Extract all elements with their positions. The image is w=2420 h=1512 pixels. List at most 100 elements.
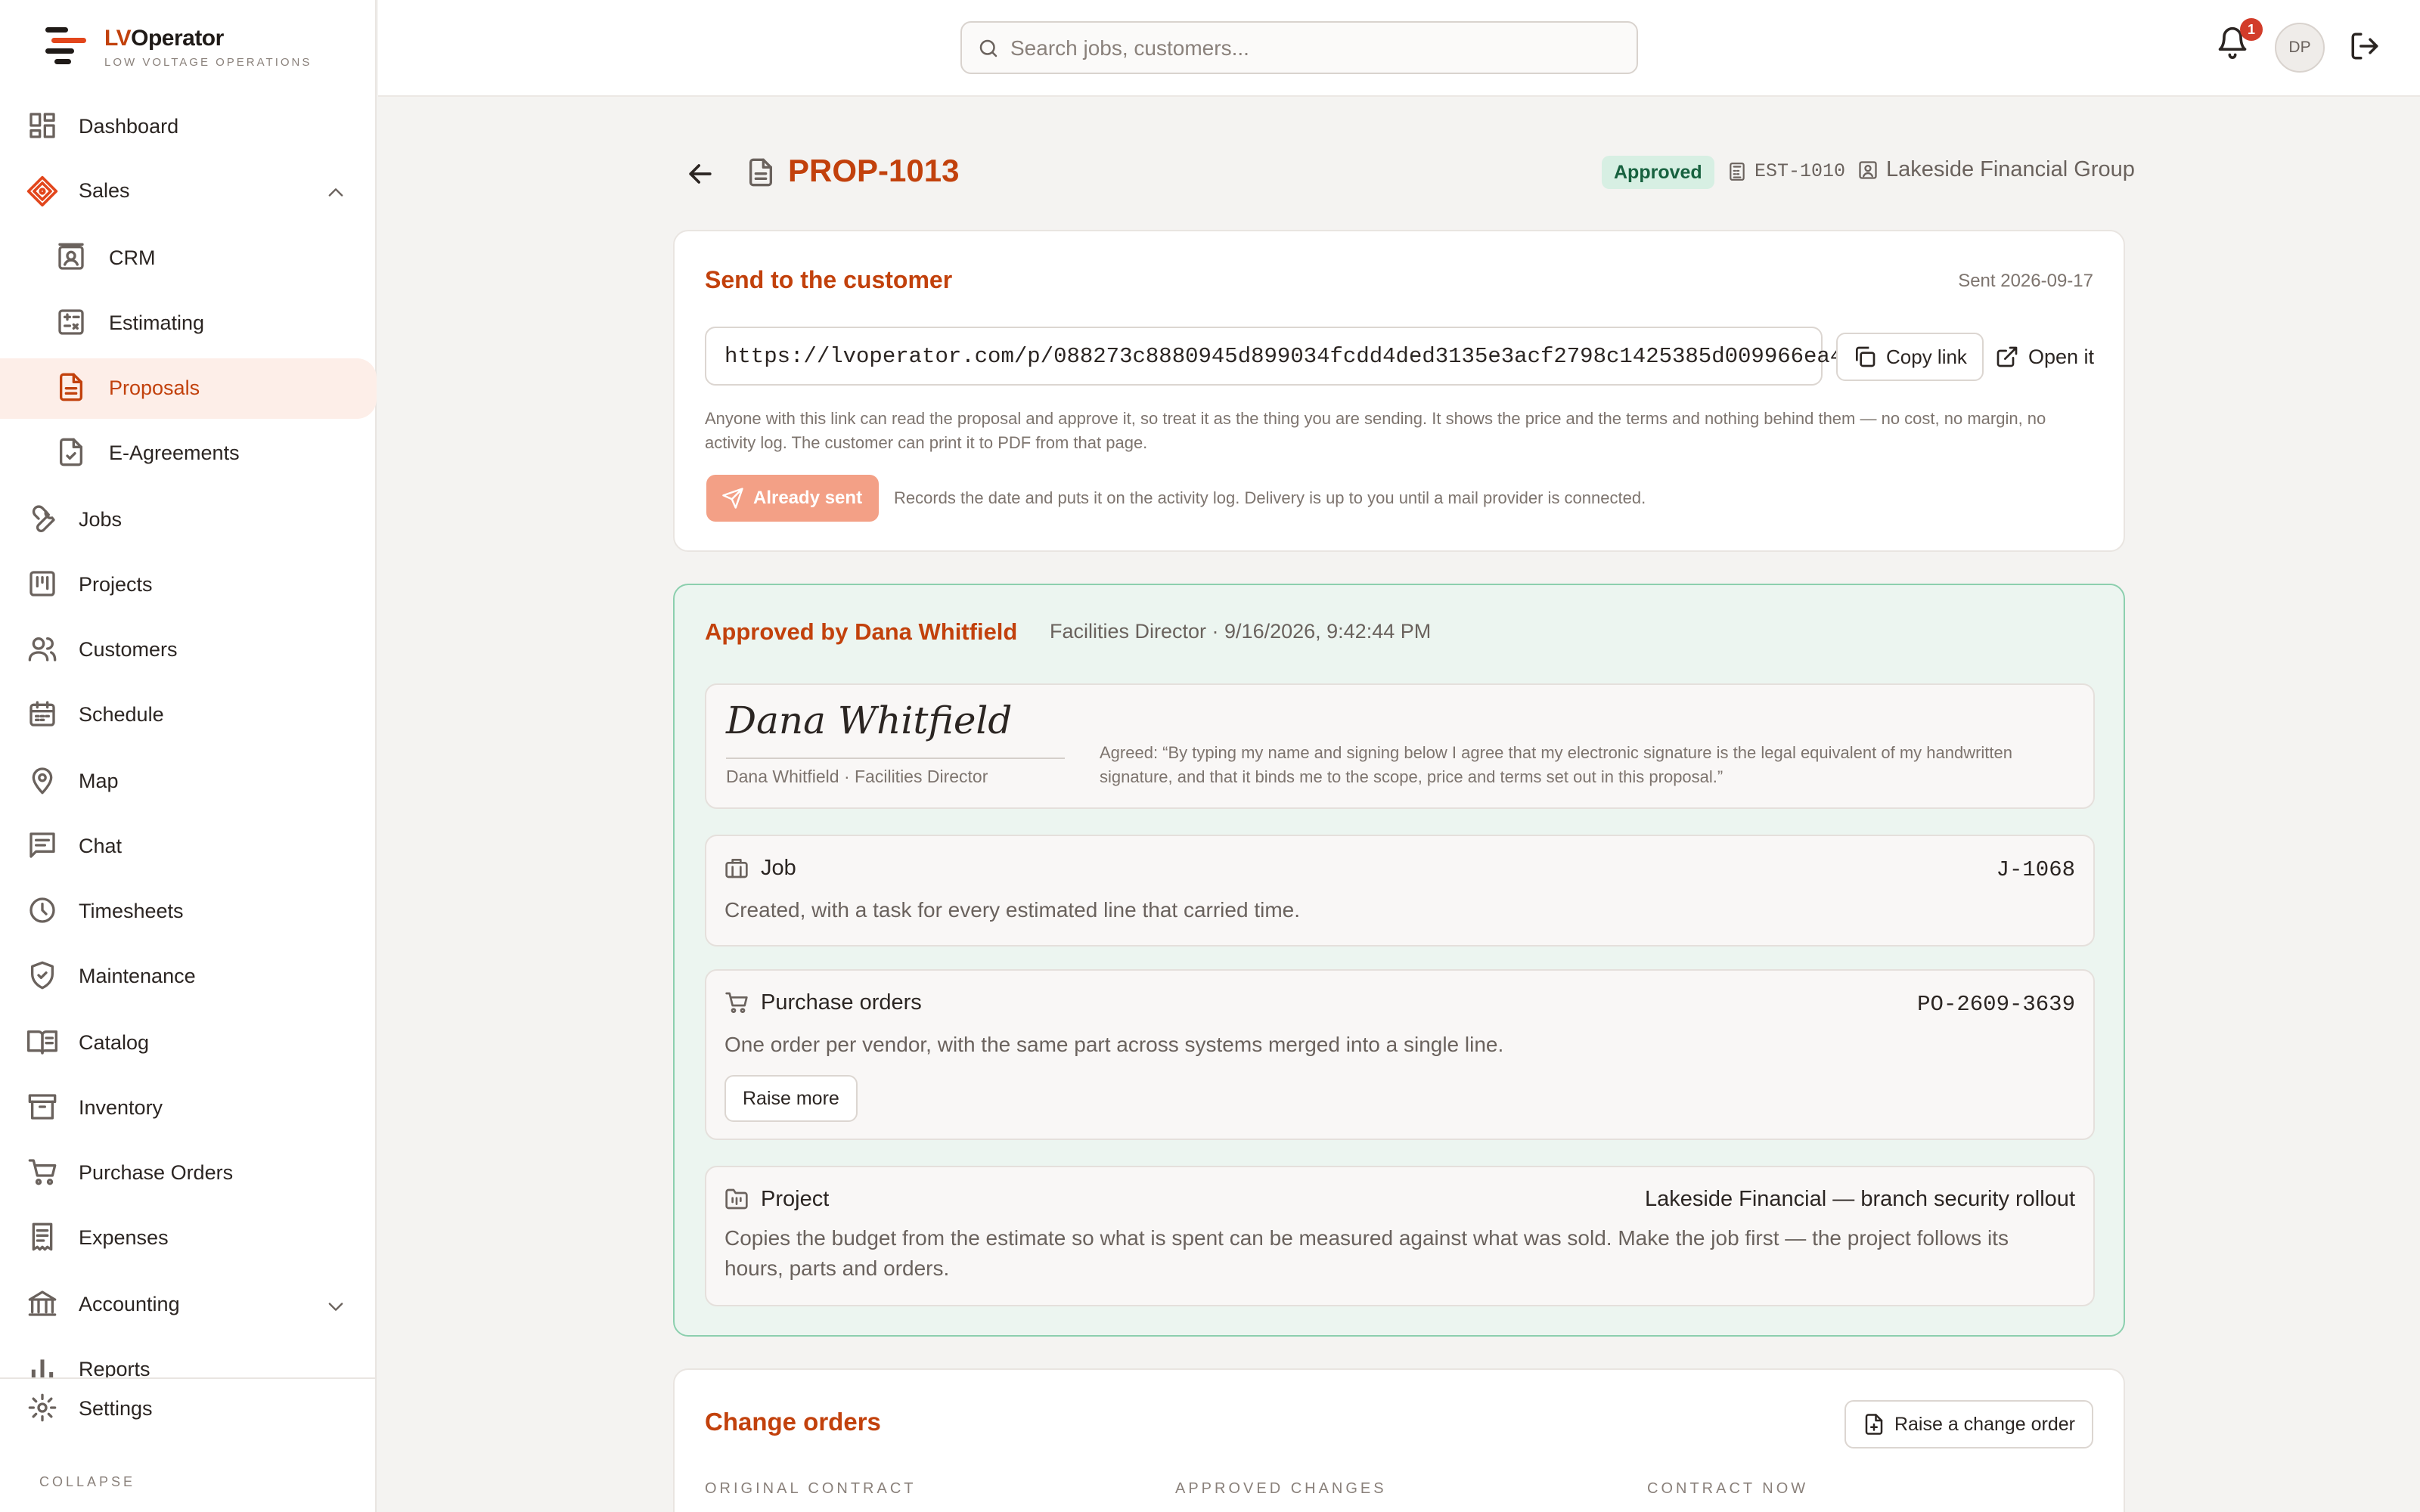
- project-ref-link[interactable]: Lakeside Financial — branch security rol…: [1645, 1187, 2075, 1212]
- sidebar-item-catalog[interactable]: Catalog: [0, 1013, 377, 1074]
- calendar-icon: [29, 701, 55, 727]
- send-icon: [722, 488, 743, 509]
- bar-chart-icon: [31, 1359, 54, 1377]
- briefcase-icon: [725, 859, 748, 878]
- job-ref-link[interactable]: J-1068: [1996, 857, 2075, 882]
- column-header-original: ORIGINAL CONTRACT: [705, 1480, 917, 1497]
- app-subtitle: LOW VOLTAGE OPERATIONS: [104, 55, 312, 69]
- search-bar[interactable]: [960, 21, 1638, 74]
- chevron-up-icon[interactable]: [325, 182, 346, 203]
- customer-ref[interactable]: Lakeside Financial Group: [1857, 157, 2135, 182]
- sidebar-item-expenses[interactable]: Expenses: [0, 1208, 377, 1269]
- sidebar-item-e-agreements[interactable]: E-Agreements: [0, 423, 377, 484]
- link-help-text: Anyone with this link can read the propo…: [705, 409, 2046, 452]
- sidebar-item-chat[interactable]: Chat: [0, 816, 377, 877]
- contact-card-icon: [1859, 160, 1877, 179]
- sidebar-item-schedule[interactable]: Schedule: [0, 685, 377, 745]
- document-icon: [749, 158, 772, 187]
- sidebar-item-label: Purchase Orders: [79, 1161, 234, 1184]
- po-ref-link[interactable]: PO-2609-3639: [1917, 992, 2075, 1017]
- calculator-icon: [1730, 162, 1745, 181]
- sidebar-item-label: E-Agreements: [109, 442, 240, 464]
- logout-icon[interactable]: [2349, 30, 2381, 62]
- copy-link-button[interactable]: Copy link: [1836, 333, 1984, 381]
- sidebar-item-inventory[interactable]: Inventory: [0, 1078, 377, 1139]
- collapse-sidebar-button[interactable]: COLLAPSE: [39, 1474, 135, 1490]
- sidebar-footer: Settings: [0, 1377, 377, 1512]
- raise-change-order-button[interactable]: Raise a change order: [1844, 1400, 2093, 1448]
- sidebar-item-label: Schedule: [79, 703, 164, 726]
- sidebar: LVOperator LOW VOLTAGE OPERATIONS Dashbo…: [0, 0, 377, 1512]
- sidebar-item-maintenance[interactable]: Maintenance: [0, 947, 377, 1007]
- search-input[interactable]: [1010, 33, 1615, 64]
- sidebar-item-sales[interactable]: Sales: [0, 161, 377, 222]
- sidebar-item-customers[interactable]: Customers: [0, 620, 377, 680]
- shield-check-icon: [31, 961, 54, 990]
- sidebar-item-label: Maintenance: [79, 965, 196, 987]
- project-panel: Project Lakeside Financial — branch secu…: [705, 1166, 2095, 1306]
- change-orders-card: Change orders Raise a change order ORIGI…: [673, 1368, 2125, 1512]
- tag-icon: [26, 175, 58, 207]
- sidebar-item-label: Accounting: [79, 1293, 180, 1315]
- sidebar-item-reports[interactable]: Reports: [0, 1340, 377, 1377]
- signature: Dana Whitfield: [726, 699, 1013, 742]
- signature-line: [726, 758, 1065, 759]
- sidebar-item-proposals[interactable]: Proposals: [0, 358, 377, 419]
- sidebar-item-accounting[interactable]: Accounting: [0, 1275, 377, 1335]
- estimate-ref[interactable]: EST-1010: [1727, 160, 1845, 182]
- signer-line: Dana Whitfield · Facilities Director: [726, 767, 988, 786]
- sidebar-item-crm[interactable]: CRM: [0, 228, 377, 289]
- job-desc: Created, with a task for every estimated…: [724, 898, 1300, 922]
- sent-date: Sent 2026-09-17: [1958, 271, 2093, 291]
- sidebar-item-settings[interactable]: Settings: [0, 1379, 377, 1439]
- sidebar-item-label: Sales: [79, 179, 130, 202]
- app-logo[interactable]: LVOperator LOW VOLTAGE OPERATIONS: [44, 24, 312, 70]
- notification-badge: 1: [2240, 18, 2263, 41]
- change-orders-title: Change orders: [705, 1408, 881, 1436]
- already-sent-button[interactable]: Already sent: [706, 475, 879, 522]
- sidebar-item-label: Timesheets: [79, 900, 184, 922]
- chevron-down-icon[interactable]: [325, 1296, 346, 1317]
- sidebar-item-label: Jobs: [79, 508, 123, 531]
- calculator-icon: [58, 309, 84, 335]
- sidebar-item-timesheets[interactable]: Timesheets: [0, 881, 377, 942]
- sidebar-item-label: CRM: [109, 246, 156, 269]
- avatar[interactable]: DP: [2275, 23, 2325, 73]
- back-arrow-icon[interactable]: [684, 157, 717, 191]
- users-icon: [28, 637, 57, 662]
- sidebar-item-purchase-orders[interactable]: Purchase Orders: [0, 1143, 377, 1204]
- wrench-icon: [32, 505, 55, 533]
- gear-icon: [28, 1393, 57, 1422]
- open-it-button[interactable]: Open it: [1995, 345, 2094, 369]
- sidebar-item-label: Chat: [79, 835, 123, 857]
- cart-icon: [725, 992, 748, 1013]
- column-header-contract-now: CONTRACT NOW: [1647, 1480, 1809, 1497]
- cart-icon: [28, 1159, 57, 1185]
- sidebar-item-label: Proposals: [109, 376, 200, 399]
- sidebar-item-label: Inventory: [79, 1096, 163, 1119]
- purchase-orders-desc: One order per vendor, with the same part…: [724, 1033, 1504, 1056]
- clock-icon: [29, 897, 55, 923]
- copy-icon: [1856, 346, 1876, 367]
- file-plus-icon: [1865, 1414, 1883, 1435]
- book-icon: [26, 1030, 57, 1055]
- raise-more-button[interactable]: Raise more: [724, 1075, 858, 1122]
- sidebar-item-projects[interactable]: Projects: [0, 555, 377, 615]
- sidebar-item-estimating[interactable]: Estimating: [0, 293, 377, 354]
- folder-kanban-icon: [725, 1188, 748, 1210]
- project-title: Project: [761, 1187, 830, 1211]
- kanban-icon: [29, 571, 55, 596]
- sidebar-item-label: Projects: [79, 573, 153, 596]
- sidebar-item-map[interactable]: Map: [0, 751, 377, 812]
- status-badge: Approved: [1602, 156, 1714, 189]
- sidebar-item-label: Map: [79, 770, 119, 792]
- sidebar-item-label: Catalog: [79, 1031, 150, 1054]
- sidebar-item-jobs[interactable]: Jobs: [0, 490, 377, 550]
- external-link-icon: [1996, 346, 2018, 367]
- proposal-link-field[interactable]: https://lvoperator.com/p/088273c8880945d…: [705, 327, 1843, 386]
- agreement-text: Agreed: “By typing my name and signing b…: [1100, 743, 2012, 786]
- sidebar-item-label: Estimating: [109, 311, 205, 334]
- sidebar-item-label: Reports: [79, 1358, 150, 1377]
- column-header-approved: APPROVED CHANGES: [1175, 1480, 1387, 1497]
- sidebar-item-dashboard[interactable]: Dashboard: [0, 97, 377, 157]
